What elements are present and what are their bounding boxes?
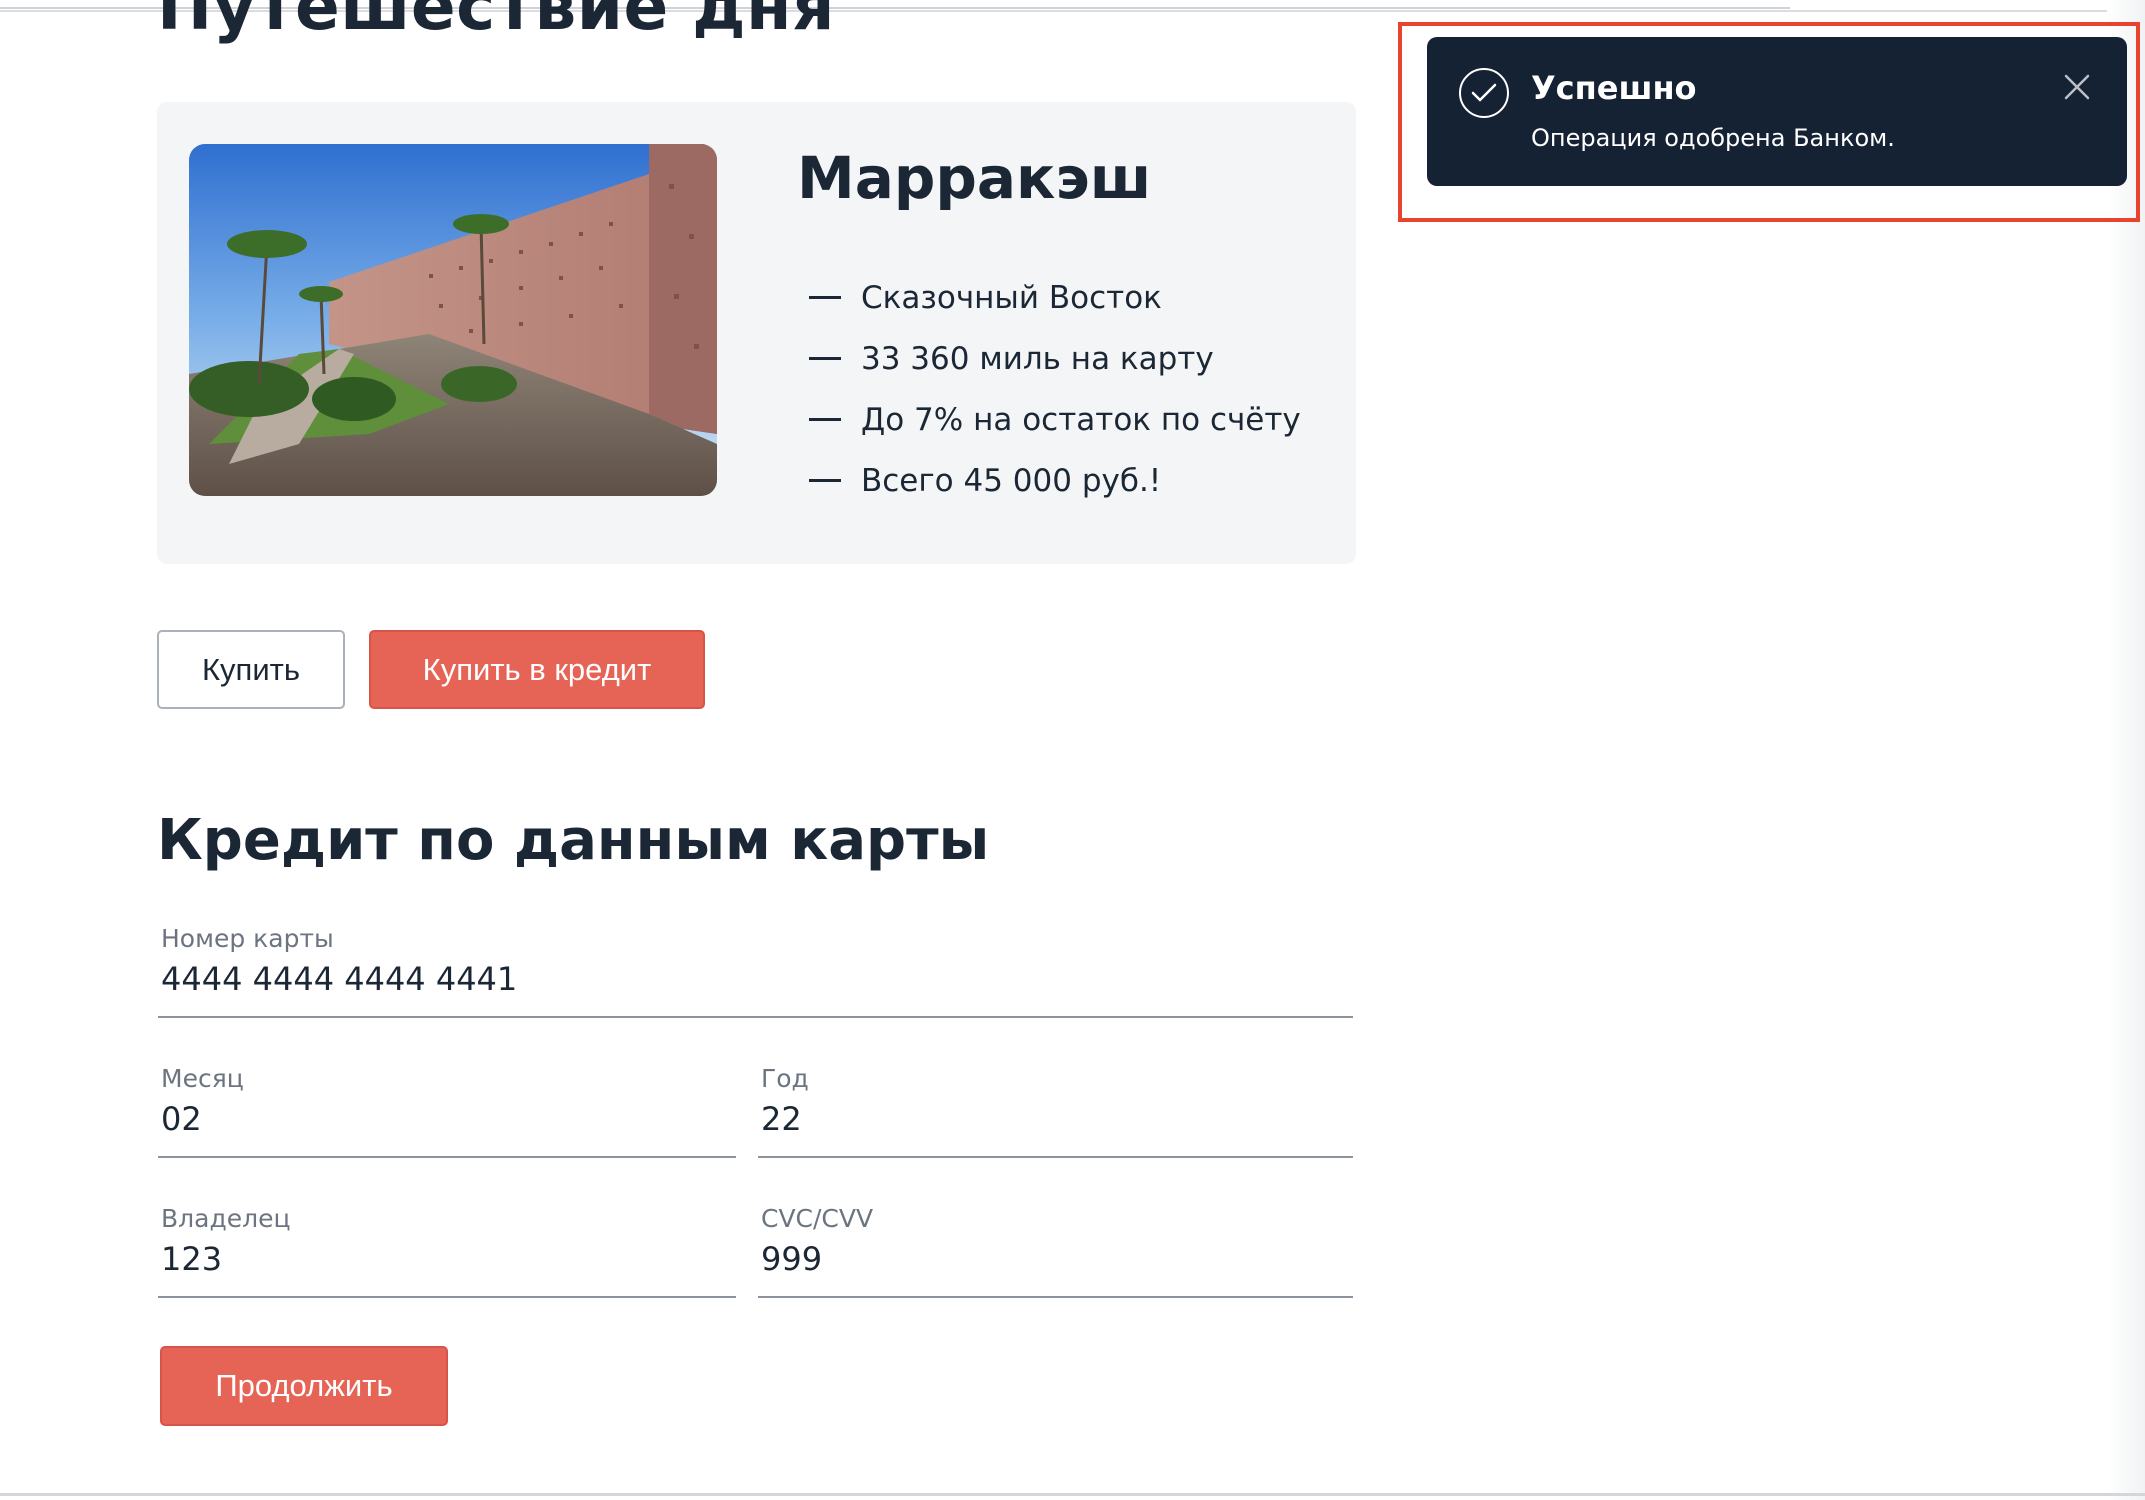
card-number-field: Номер карты [158, 924, 1353, 1018]
owner-input[interactable] [161, 1240, 721, 1278]
credit-form-title: Кредит по данным карты [157, 808, 990, 873]
continue-button[interactable]: Продолжить [160, 1346, 448, 1426]
cvc-input[interactable] [761, 1240, 1321, 1278]
browser-viewport: Путешествие дня Марракэш Сказочный Восто… [0, 0, 2145, 1500]
page-bottom-divider [0, 1493, 2145, 1496]
cvc-field: CVC/CVV [758, 1204, 1353, 1298]
tour-feature: Всего 45 000 руб.! [809, 450, 1301, 511]
month-label: Месяц [161, 1064, 244, 1093]
tour-card: Марракэш Сказочный Восток 33 360 миль на… [157, 102, 1356, 564]
tour-photo [189, 144, 717, 496]
scrollbar-gutter [2107, 0, 2145, 1500]
owner-label: Владелец [161, 1204, 291, 1233]
notification-message: Операция одобрена Банком. [1531, 124, 1895, 152]
tour-city-title: Марракэш [797, 144, 1152, 212]
dash-icon [809, 296, 841, 299]
year-label: Год [761, 1064, 809, 1093]
dash-icon [809, 357, 841, 360]
tour-feature: Сказочный Восток [809, 267, 1301, 328]
buy-credit-button[interactable]: Купить в кредит [369, 630, 705, 709]
notification-title: Успешно [1531, 69, 1697, 107]
success-notification: Успешно Операция одобрена Банком. [1427, 37, 2127, 186]
owner-field: Владелец [158, 1204, 736, 1298]
card-number-input[interactable] [161, 960, 1341, 998]
card-number-label: Номер карты [161, 924, 334, 953]
close-icon[interactable] [2060, 70, 2094, 104]
marrakech-wall-photo [189, 144, 717, 496]
dash-icon [809, 418, 841, 421]
tour-feature: 33 360 миль на карту [809, 328, 1301, 389]
year-field: Год [758, 1064, 1353, 1158]
year-input[interactable] [761, 1100, 1321, 1138]
tour-features-list: Сказочный Восток 33 360 миль на карту До… [809, 267, 1301, 511]
buy-button[interactable]: Купить [157, 630, 345, 709]
tour-feature: До 7% на остаток по счёту [809, 389, 1301, 450]
month-field: Месяц [158, 1064, 736, 1158]
month-input[interactable] [161, 1100, 721, 1138]
cvc-label: CVC/CVV [761, 1204, 874, 1233]
check-circle-icon [1459, 68, 1509, 118]
dash-icon [809, 479, 841, 482]
page-title: Путешествие дня [157, 0, 836, 45]
